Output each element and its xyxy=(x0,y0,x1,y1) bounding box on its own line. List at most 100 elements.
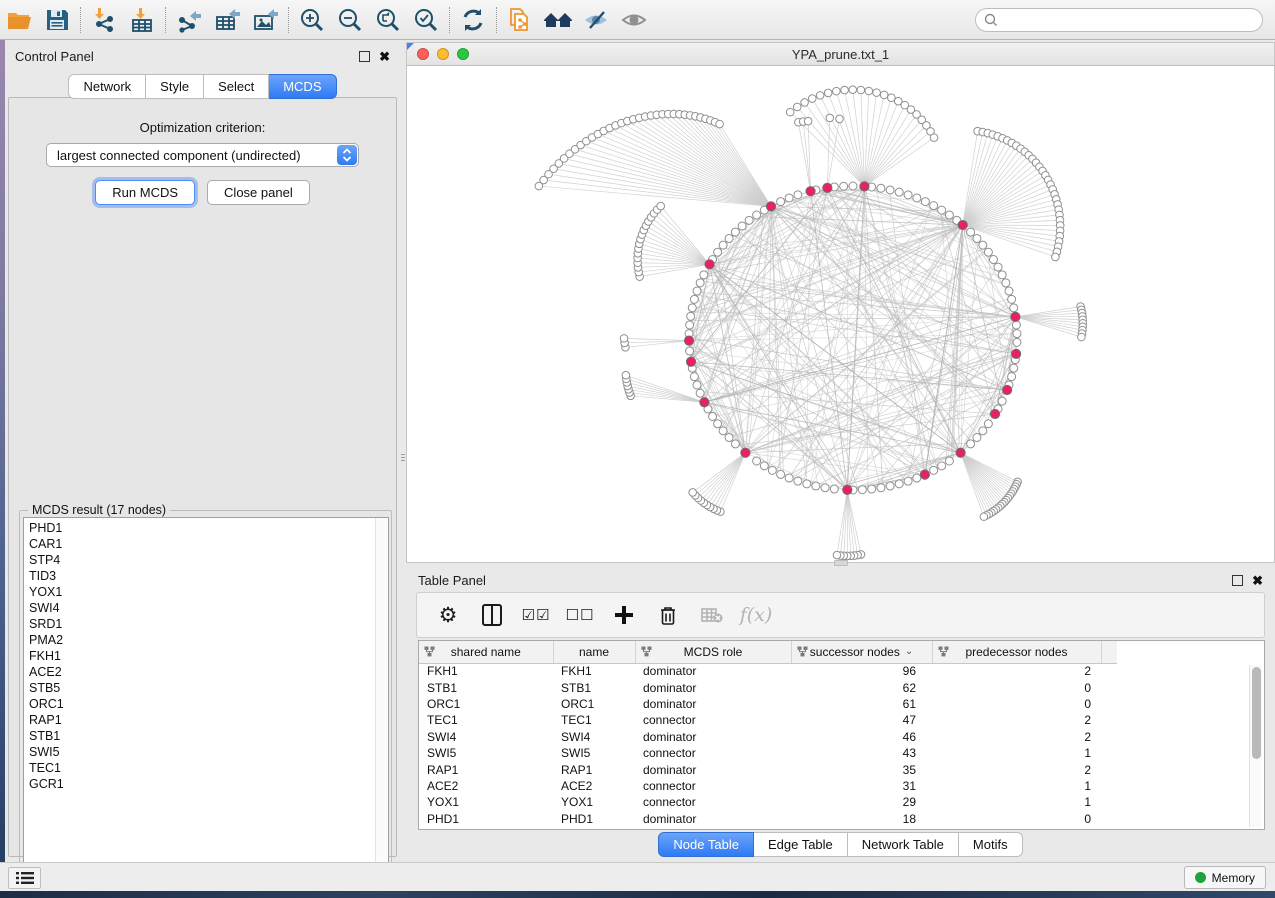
float-table-panel-icon[interactable] xyxy=(1232,575,1243,586)
graph-node[interactable] xyxy=(945,211,953,219)
graph-node[interactable] xyxy=(803,480,811,488)
function-builder-icon[interactable]: f(x) xyxy=(743,602,769,628)
graph-leaf-node[interactable] xyxy=(793,103,801,111)
graph-node[interactable] xyxy=(967,440,975,448)
cell-name[interactable]: SWI4 xyxy=(553,729,635,745)
cell-successors[interactable]: 61 xyxy=(791,696,932,712)
tab-node-table[interactable]: Node Table xyxy=(658,832,754,857)
cell-successors[interactable]: 31 xyxy=(791,778,932,794)
cell-predecessors[interactable]: 0 xyxy=(932,811,1101,827)
graph-node[interactable] xyxy=(973,234,981,242)
graph-node[interactable] xyxy=(731,228,739,236)
cell-name[interactable]: PHD1 xyxy=(553,811,635,827)
column-header-name[interactable]: name xyxy=(553,641,635,663)
graph-node[interactable] xyxy=(984,248,992,256)
graph-node[interactable] xyxy=(760,462,768,470)
graph-node[interactable] xyxy=(1010,364,1018,372)
cell-successors[interactable]: 62 xyxy=(791,679,932,695)
graph-leaf-node[interactable] xyxy=(689,489,697,497)
graph-leaf-node[interactable] xyxy=(833,551,841,559)
graph-leaf-node[interactable] xyxy=(980,513,988,521)
export-image-icon[interactable] xyxy=(246,3,284,37)
cell-shared_name[interactable]: TEC1 xyxy=(419,712,553,728)
graph-node[interactable] xyxy=(1010,304,1018,312)
graph-node[interactable] xyxy=(877,184,885,192)
graph-leaf-node[interactable] xyxy=(1052,253,1060,261)
graph-node[interactable] xyxy=(1013,338,1021,346)
tab-network-table[interactable]: Network Table xyxy=(848,832,959,857)
graph-node[interactable] xyxy=(938,206,946,214)
graph-node[interactable] xyxy=(921,198,929,206)
graph-node[interactable] xyxy=(886,186,894,194)
cell-role[interactable]: dominator xyxy=(635,679,791,695)
graph-node[interactable] xyxy=(688,304,696,312)
graph-node[interactable] xyxy=(989,256,997,264)
graph-leaf-node[interactable] xyxy=(857,86,865,94)
cell-role[interactable]: dominator xyxy=(635,729,791,745)
cell-predecessors[interactable]: 2 xyxy=(932,663,1101,679)
hide-panel-eye-icon[interactable] xyxy=(577,3,615,37)
graph-node[interactable] xyxy=(973,434,981,442)
result-node-item[interactable]: SWI5 xyxy=(29,744,388,760)
cell-successors[interactable]: 96 xyxy=(791,663,932,679)
graph-hub-node[interactable] xyxy=(990,409,999,418)
run-mcds-button[interactable]: Run MCDS xyxy=(95,180,195,205)
table-row[interactable]: YOX1YOX1connector291 xyxy=(419,794,1117,810)
tab-edge-table[interactable]: Edge Table xyxy=(754,832,848,857)
result-node-item[interactable]: PHD1 xyxy=(29,520,388,536)
graph-node[interactable] xyxy=(753,211,761,219)
graph-node[interactable] xyxy=(1012,321,1020,329)
graph-hub-node[interactable] xyxy=(700,398,709,407)
export-network-icon[interactable] xyxy=(170,3,208,37)
graph-hub-node[interactable] xyxy=(843,485,852,494)
import-network-icon[interactable] xyxy=(85,3,123,37)
graph-node[interactable] xyxy=(753,457,761,465)
cell-role[interactable]: dominator xyxy=(635,696,791,712)
graph-node[interactable] xyxy=(877,484,885,492)
cell-predecessors[interactable]: 2 xyxy=(932,729,1101,745)
graph-hub-node[interactable] xyxy=(956,448,965,457)
graph-node[interactable] xyxy=(998,397,1006,405)
graph-node[interactable] xyxy=(785,194,793,202)
table-row[interactable]: ACE2ACE2connector311 xyxy=(419,778,1117,794)
graph-node[interactable] xyxy=(719,241,727,249)
float-window-icon[interactable] xyxy=(359,51,370,62)
graph-node[interactable] xyxy=(709,412,717,420)
graph-leaf-node[interactable] xyxy=(620,335,628,343)
table-row[interactable]: ORC1ORC1dominator610 xyxy=(419,696,1117,712)
graph-node[interactable] xyxy=(725,434,733,442)
cell-name[interactable]: RAP1 xyxy=(553,761,635,777)
graph-node[interactable] xyxy=(731,440,739,448)
criterion-select[interactable]: largest connected component (undirected) xyxy=(46,143,359,167)
result-node-item[interactable]: FKH1 xyxy=(29,648,388,664)
tab-select[interactable]: Select xyxy=(204,74,269,99)
graph-hub-node[interactable] xyxy=(1003,385,1012,394)
cell-successors[interactable]: 47 xyxy=(791,712,932,728)
graph-leaf-node[interactable] xyxy=(786,108,794,116)
cell-successors[interactable]: 46 xyxy=(791,729,932,745)
graph-node[interactable] xyxy=(868,485,876,493)
graph-node[interactable] xyxy=(913,474,921,482)
result-node-item[interactable]: PMA2 xyxy=(29,632,388,648)
graph-node[interactable] xyxy=(994,263,1002,271)
graph-node[interactable] xyxy=(777,198,785,206)
graph-node[interactable] xyxy=(794,191,802,199)
graph-node[interactable] xyxy=(849,182,857,190)
open-folder-icon[interactable] xyxy=(0,3,38,37)
graph-node[interactable] xyxy=(895,480,903,488)
delete-table-icon[interactable] xyxy=(699,602,725,628)
table-row[interactable]: SWI4SWI4dominator462 xyxy=(419,729,1117,745)
graph-leaf-node[interactable] xyxy=(833,87,841,95)
cell-predecessors[interactable]: 2 xyxy=(932,761,1101,777)
graph-hub-node[interactable] xyxy=(741,448,750,457)
close-panel-button[interactable]: Close panel xyxy=(207,180,310,205)
graph-leaf-node[interactable] xyxy=(826,114,834,122)
graph-node[interactable] xyxy=(998,271,1006,279)
graph-leaf-node[interactable] xyxy=(824,89,832,97)
graph-node[interactable] xyxy=(812,482,820,490)
table-row[interactable]: STB1STB1dominator620 xyxy=(419,679,1117,695)
graph-node[interactable] xyxy=(686,347,694,355)
result-node-item[interactable]: TEC1 xyxy=(29,760,388,776)
graph-node[interactable] xyxy=(700,271,708,279)
zoom-out-icon[interactable] xyxy=(331,3,369,37)
